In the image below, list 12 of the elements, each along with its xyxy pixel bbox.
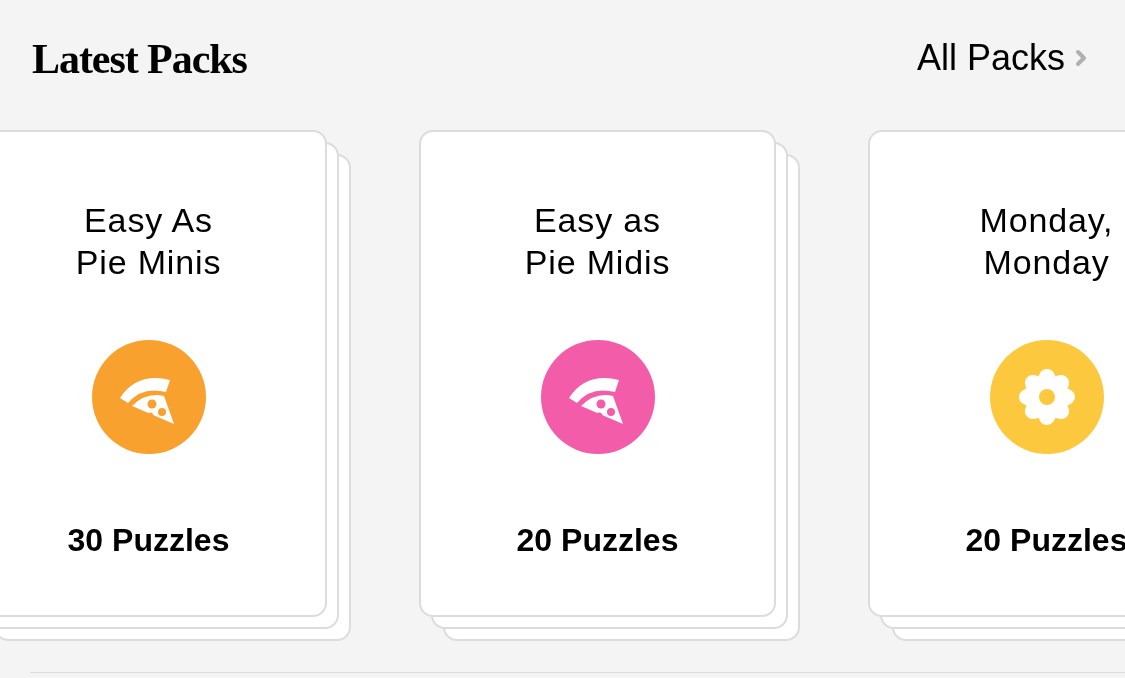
flower-icon — [1018, 369, 1075, 425]
pack-card[interactable]: Easy as Pie Midis 20 Puzzles — [419, 130, 776, 617]
section-title: Latest Packs — [32, 35, 247, 84]
pizza-slice-icon — [568, 378, 623, 424]
puzzle-count: 20 Puzzles — [516, 521, 679, 560]
pack-title: Easy as Pie Midis — [524, 200, 671, 283]
all-packs-link[interactable]: All Packs — [916, 34, 1093, 82]
pack-title: Easy As Pie Minis — [75, 200, 222, 283]
pizza-slice-icon — [119, 378, 174, 424]
pack-card[interactable]: Easy As Pie Minis 30 Puzzles — [0, 130, 327, 617]
pack-title: Monday, Monday — [979, 200, 1114, 283]
puzzle-count: 30 Puzzles — [67, 521, 230, 560]
